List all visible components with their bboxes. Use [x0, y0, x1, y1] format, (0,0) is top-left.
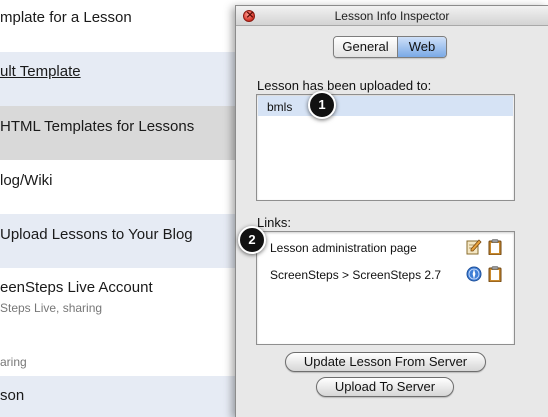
list-item-subtitle: Steps Live, sharing [0, 301, 103, 315]
list-item-title: log/Wiki [0, 172, 53, 189]
list-item-title: eenSteps Live Account [0, 279, 153, 296]
link-row[interactable]: ScreenSteps > ScreenSteps 2.7 [257, 260, 514, 286]
list-item-title: mplate for a Lesson [0, 9, 132, 26]
uploaded-list[interactable]: bmls [256, 94, 515, 201]
update-lesson-button[interactable]: Update Lesson From Server [285, 352, 486, 372]
window-title: Lesson Info Inspector [334, 9, 450, 23]
step-callout-2: 2 [238, 226, 266, 254]
upload-to-server-button[interactable]: Upload To Server [316, 377, 454, 397]
links-label: Links: [257, 215, 291, 230]
links-list[interactable]: Lesson administration page ScreenSteps >… [256, 231, 515, 345]
link-row[interactable]: Lesson administration page [257, 232, 514, 258]
tab-web[interactable]: Web [398, 37, 446, 57]
list-item-subtitle: aring [0, 355, 27, 369]
step-callout-1: 1 [308, 91, 336, 119]
tab-control: General Web [333, 36, 447, 58]
titlebar[interactable]: Lesson Info Inspector [236, 6, 548, 26]
link-text[interactable]: ScreenSteps > ScreenSteps 2.7 [270, 268, 441, 282]
list-item-title: son [0, 387, 25, 404]
clipboard-icon[interactable] [487, 266, 503, 282]
tab-general[interactable]: General [334, 37, 398, 57]
list-item-title: HTML Templates for Lessons [0, 118, 195, 135]
safari-icon[interactable] [466, 266, 482, 282]
list-item-title[interactable]: ult Template [0, 63, 81, 80]
link-text[interactable]: Lesson administration page [270, 241, 417, 255]
uploaded-label: Lesson has been uploaded to: [257, 78, 432, 93]
uploaded-item-label: bmls [267, 100, 293, 114]
edit-icon[interactable] [466, 239, 482, 255]
list-item-title: Upload Lessons to Your Blog [0, 226, 193, 243]
clipboard-icon[interactable] [487, 239, 503, 255]
uploaded-item[interactable]: bmls [258, 96, 513, 116]
lesson-info-inspector: Lesson Info Inspector General Web Lesson… [235, 5, 548, 417]
